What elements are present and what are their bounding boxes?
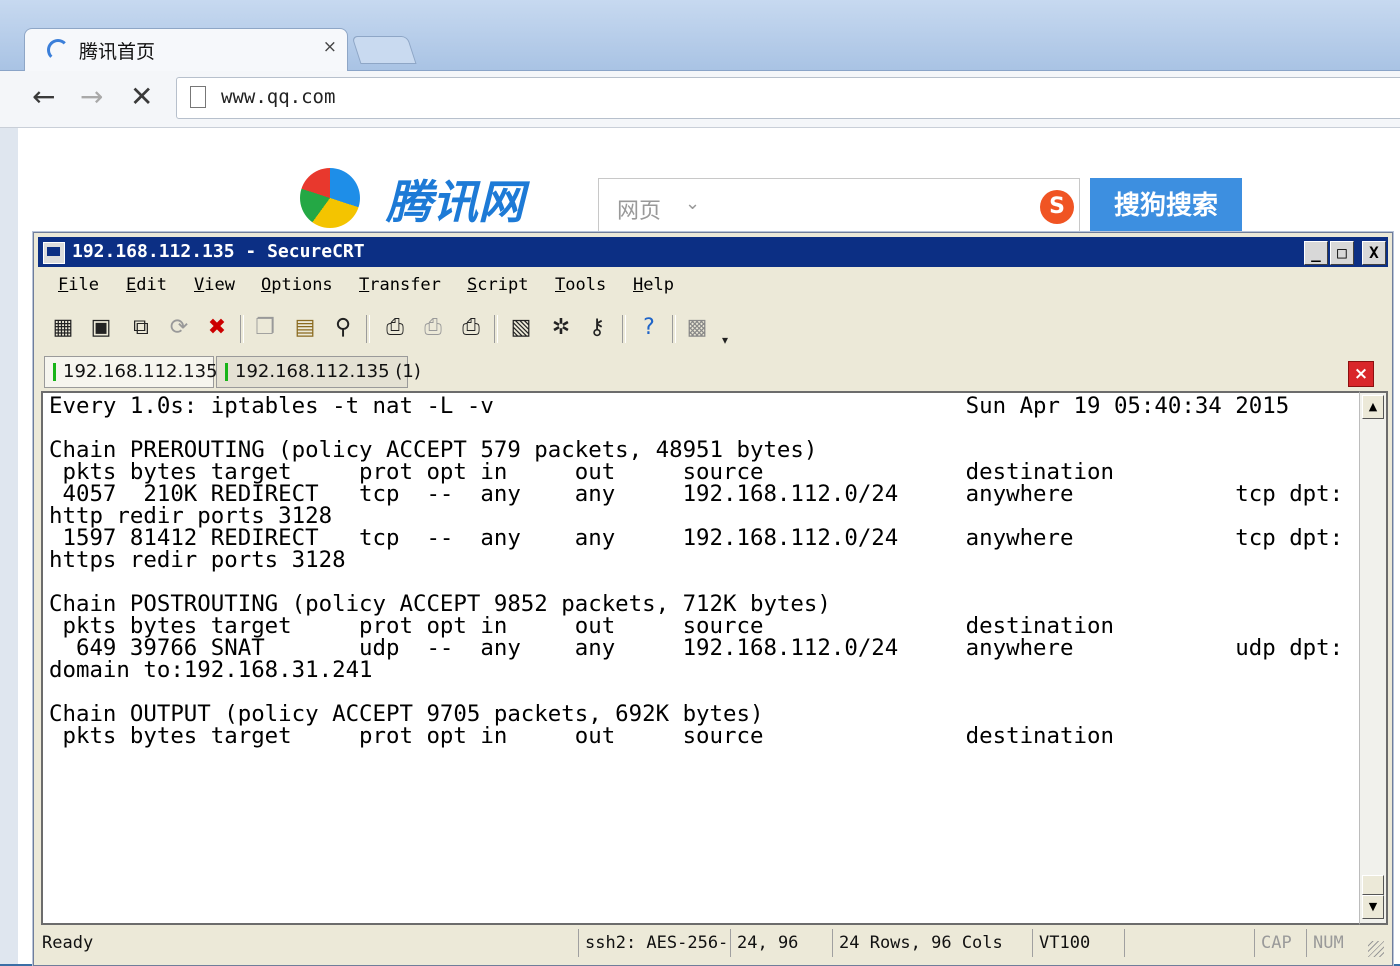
connected-status-icon — [225, 363, 228, 381]
status-terminal-size: 24 Rows, 96 Cols — [832, 929, 1028, 957]
menu-script[interactable]: Script — [467, 275, 528, 295]
address-bar[interactable]: www.qq.com — [176, 77, 1400, 119]
quick-connect-icon[interactable]: ▣ — [88, 315, 114, 341]
status-emulation: VT100 — [1032, 929, 1122, 957]
window-title: 192.168.112.135 - SecureCRT — [72, 241, 365, 262]
session-options-icon[interactable]: ▧ — [508, 315, 534, 341]
page-icon — [190, 86, 206, 108]
menu-transfer[interactable]: Transfer — [359, 275, 441, 295]
toolbar-separator — [240, 315, 244, 343]
print-selection-icon[interactable]: ⎙ — [420, 315, 446, 341]
copy-icon[interactable]: ❐ — [252, 315, 278, 341]
loading-spinner-icon — [47, 39, 69, 61]
session-tab-2[interactable]: 192.168.112.135 (1) — [216, 356, 421, 388]
qq-logo-text[interactable]: 腾讯网 — [386, 166, 524, 232]
help-icon[interactable]: ? — [636, 315, 662, 341]
new-tab-button[interactable] — [351, 36, 417, 64]
find-icon[interactable]: ⚲ — [330, 315, 356, 341]
close-session-tab-icon[interactable]: × — [1348, 361, 1374, 387]
vertical-scrollbar[interactable]: ▲ ▼ — [1359, 391, 1388, 925]
search-button[interactable]: 搜狗搜索 — [1090, 178, 1242, 234]
close-window-button[interactable]: X — [1362, 241, 1386, 265]
chevron-down-icon[interactable]: ⌄ — [685, 193, 700, 214]
toolbar-overflow-icon[interactable]: ▾ — [718, 327, 732, 353]
menu-tools[interactable]: Tools — [555, 275, 606, 295]
session-tab-label: 192.168.112.135 — [63, 361, 218, 382]
toolbar: ▦ ▣ ⧉ ⟳ ✖ ❐ ▤ ⚲ ⎙ ⎙ ⎙ ▧ ✲ ⚷ ? ▩ ▾ — [38, 305, 1388, 349]
scrollbar-thumb[interactable] — [1362, 875, 1384, 895]
browser-toolbar: ← → ✕ www.qq.com — [0, 71, 1400, 128]
print-screen-icon[interactable]: ⎙ — [382, 315, 408, 341]
title-bar[interactable]: 192.168.112.135 - SecureCRT _ □ X — [38, 237, 1388, 267]
menu-file[interactable]: File — [58, 275, 99, 295]
stop-loading-icon[interactable]: ✕ — [130, 81, 153, 113]
session-tab-1[interactable]: 192.168.112.135 — [44, 356, 218, 388]
scroll-down-icon[interactable]: ▼ — [1362, 895, 1384, 919]
sftp-icon[interactable]: ▩ — [684, 315, 710, 341]
url-text[interactable]: www.qq.com — [221, 86, 335, 108]
terminal-output[interactable]: Every 1.0s: iptables -t nat -L -v Sun Ap… — [43, 393, 1361, 747]
toolbar-separator — [622, 315, 626, 343]
maximize-button[interactable]: □ — [1330, 241, 1354, 265]
status-cipher: ssh2: AES-256- — [578, 929, 728, 957]
status-ready: Ready — [42, 933, 94, 953]
qq-logo-icon[interactable] — [300, 168, 360, 228]
minimize-button[interactable]: _ — [1304, 241, 1328, 265]
status-bar: Ready ssh2: AES-256- 24, 96 24 Rows, 96 … — [38, 927, 1388, 961]
reconnect-icon[interactable]: ⟳ — [166, 315, 192, 341]
keymap-icon[interactable]: ⚷ — [584, 315, 610, 341]
global-options-icon[interactable]: ✲ — [548, 315, 574, 341]
status-cursor-position: 24, 96 — [730, 929, 828, 957]
securecrt-app-icon[interactable] — [43, 242, 65, 264]
toolbar-separator — [672, 315, 676, 343]
close-tab-icon[interactable]: × — [323, 37, 337, 57]
scroll-up-icon[interactable]: ▲ — [1362, 395, 1384, 419]
disconnect-icon[interactable]: ✖ — [204, 315, 230, 341]
search-input[interactable]: 网页 ⌄ — [598, 178, 1080, 234]
sogou-icon: S — [1040, 190, 1074, 224]
menu-edit[interactable]: Edit — [126, 275, 167, 295]
resize-grip-icon[interactable] — [1368, 941, 1384, 957]
session-tab-label: 192.168.112.135 (1) — [235, 361, 421, 382]
menu-help[interactable]: Help — [633, 275, 674, 295]
print-icon[interactable]: ⎙ — [458, 315, 484, 341]
terminal-view[interactable]: Every 1.0s: iptables -t nat -L -v Sun Ap… — [41, 391, 1361, 925]
status-caps-lock: CAP — [1254, 929, 1306, 957]
securecrt-window: 192.168.112.135 - SecureCRT _ □ X File E… — [33, 232, 1393, 966]
paste-icon[interactable]: ▤ — [292, 315, 318, 341]
browser-tab-title: 腾讯首页 — [79, 41, 156, 63]
connect-in-tab-icon[interactable]: ⧉ — [128, 315, 154, 341]
status-num-lock: NUM — [1306, 929, 1358, 957]
toolbar-separator — [366, 315, 370, 343]
connected-status-icon — [53, 363, 56, 381]
toolbar-separator — [494, 315, 498, 343]
session-tabs: 192.168.112.135 192.168.112.135 (1) × — [38, 353, 1388, 389]
back-arrow-icon[interactable]: ← — [32, 81, 55, 113]
connect-icon[interactable]: ▦ — [50, 315, 76, 341]
status-spacer — [1124, 929, 1254, 957]
menu-options[interactable]: Options — [261, 275, 333, 295]
browser-tab-strip: 腾讯首页 × — [0, 0, 1400, 73]
forward-arrow-icon[interactable]: → — [80, 81, 103, 113]
browser-tab[interactable]: 腾讯首页 × — [24, 28, 348, 73]
menu-bar: File Edit View Options Transfer Script T… — [38, 271, 1388, 301]
menu-view[interactable]: View — [194, 275, 235, 295]
search-category[interactable]: 网页 — [617, 193, 661, 225]
